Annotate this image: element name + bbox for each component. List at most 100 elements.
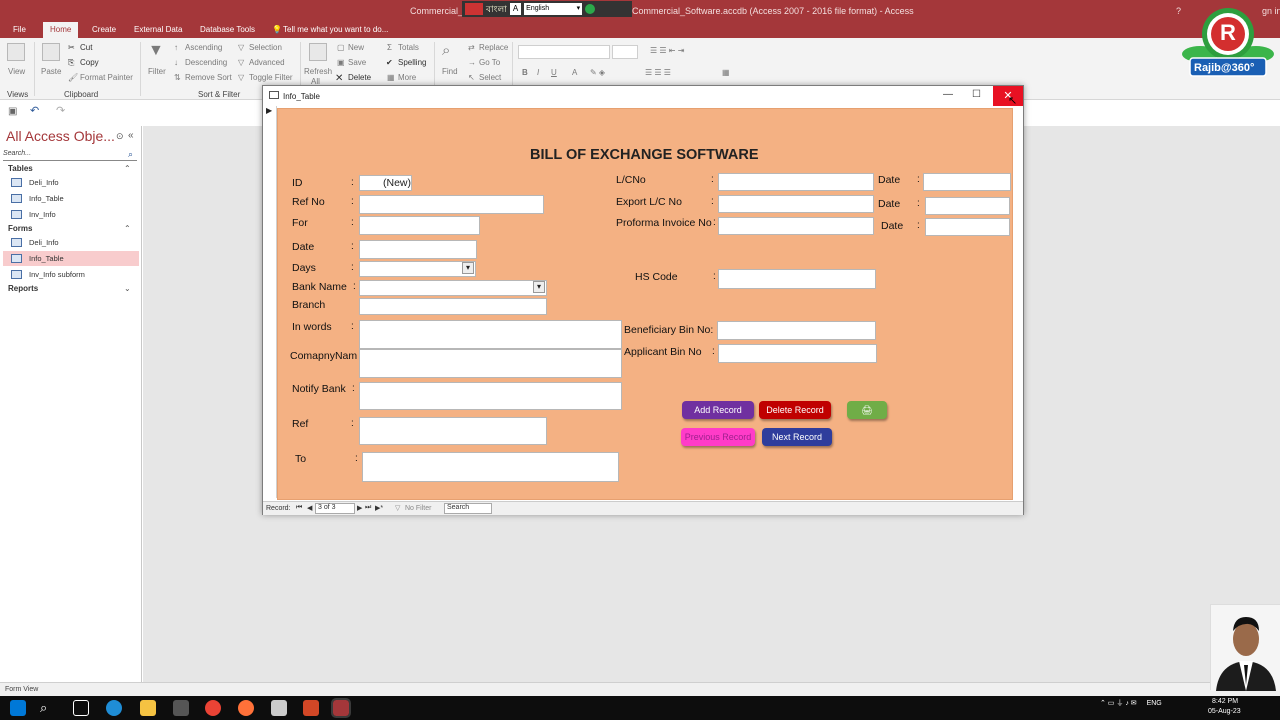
chevron-up-icon[interactable]: ⌃ (124, 224, 131, 233)
paste-button[interactable]: Paste (41, 67, 61, 76)
bold-button[interactable]: B (522, 68, 528, 77)
tray-chevron-icon[interactable]: ⌃ ▭ ⏚ ♪ ✉ (1100, 700, 1139, 707)
font-name-box[interactable] (518, 45, 610, 59)
no-filter-icon[interactable]: ▽ (395, 504, 400, 512)
powerpoint-icon[interactable] (303, 700, 319, 716)
language-select[interactable]: English (524, 3, 583, 15)
tab-database-tools[interactable]: Database Tools (200, 25, 255, 34)
minimize-button[interactable]: — (943, 89, 953, 100)
search-icon[interactable]: ⌕ (128, 149, 133, 160)
toggle-filter-button[interactable]: Toggle Filter (249, 73, 293, 82)
in-words-input[interactable] (359, 320, 622, 349)
goto-button[interactable]: Go To (479, 58, 500, 67)
more-button[interactable]: More (398, 73, 416, 82)
goto-icon[interactable]: → (468, 58, 476, 67)
nav-item-inv-info-subform[interactable]: Inv_Info subform (3, 267, 139, 282)
chrome-icon[interactable] (205, 700, 221, 716)
language-indicator[interactable]: ENG (1147, 700, 1162, 707)
redo-icon[interactable]: ↷ (56, 104, 65, 117)
gridlines-icon[interactable]: ▦ (722, 68, 730, 77)
font-a-icon[interactable]: A (509, 3, 522, 15)
nav-section-reports[interactable]: Reports (8, 284, 38, 293)
ascending-icon[interactable]: ↑ (174, 43, 178, 52)
remove-sort-icon[interactable]: ⇅ (174, 73, 181, 82)
new-record-icon[interactable]: ▢ (337, 43, 345, 52)
delete-record-button[interactable]: Delete Record (759, 401, 831, 419)
days-combobox[interactable] (359, 261, 476, 277)
view-button[interactable]: View (8, 67, 25, 76)
date-input[interactable] (359, 240, 477, 259)
paste-icon[interactable] (42, 43, 60, 61)
italic-button[interactable]: I (537, 68, 539, 77)
ascending-button[interactable]: Ascending (185, 43, 222, 52)
id-field[interactable]: (New) (359, 175, 412, 191)
tab-external-data[interactable]: External Data (134, 25, 182, 34)
store-icon[interactable] (173, 700, 189, 716)
access-icon[interactable] (331, 698, 351, 718)
remove-sort-button[interactable]: Remove Sort (185, 73, 232, 82)
nav-section-forms[interactable]: Forms (8, 224, 32, 233)
add-record-button[interactable]: Add Record (682, 401, 754, 419)
underline-button[interactable]: U (551, 68, 557, 77)
tab-file[interactable]: File (13, 25, 26, 34)
advanced-icon[interactable]: ▽ (238, 58, 244, 67)
no-filter-label[interactable]: No Filter (405, 505, 431, 512)
highlight-icon[interactable]: ✎ ◈ (590, 68, 605, 77)
last-record-icon[interactable]: ⏭ (365, 504, 371, 512)
totals-icon[interactable]: Σ (387, 43, 392, 52)
clock-date[interactable]: 05-Aug-23 (1208, 708, 1241, 715)
export-date-input[interactable] (925, 197, 1010, 215)
notify-bank-input[interactable] (359, 382, 622, 410)
delete-button[interactable]: Delete (348, 73, 371, 82)
copy-button[interactable]: Copy (80, 58, 99, 67)
collapse-pane-icon[interactable]: « (128, 130, 134, 141)
select-icon[interactable]: ↖ (468, 73, 475, 82)
toggle-filter-icon[interactable]: ▽ (238, 73, 244, 82)
lc-no-input[interactable] (718, 173, 874, 191)
company-name-input[interactable] (359, 349, 622, 378)
totals-button[interactable]: Totals (398, 43, 419, 52)
save-icon[interactable]: ▣ (8, 106, 17, 117)
ref-input[interactable] (359, 417, 547, 445)
bullets-icon[interactable]: ☰ ☰ ⇤ ⇥ (650, 46, 684, 55)
next-record-button[interactable]: Next Record (762, 428, 832, 446)
view-icon[interactable] (7, 43, 25, 61)
branch-input[interactable] (359, 298, 547, 315)
nav-search-input[interactable]: Search... (3, 150, 137, 161)
firefox-icon[interactable] (238, 700, 254, 716)
chevron-up-icon[interactable]: ⌃ (124, 164, 131, 173)
bangla-language-label[interactable]: বাংলা (486, 2, 507, 17)
save-icon[interactable]: ▣ (337, 58, 345, 67)
previous-record-icon[interactable]: ◀ (307, 504, 312, 512)
new-button[interactable]: New (348, 43, 364, 52)
cut-button[interactable]: Cut (80, 43, 92, 52)
copy-icon[interactable]: ⎘ (68, 58, 74, 68)
descending-button[interactable]: Descending (185, 58, 227, 67)
replace-icon[interactable]: ⇄ (468, 43, 475, 52)
bangla-keyboard-icon[interactable] (465, 3, 483, 15)
clock-time[interactable]: 8:42 PM (1212, 698, 1238, 705)
tab-home[interactable]: Home (43, 22, 79, 38)
descending-icon[interactable]: ↓ (174, 58, 178, 67)
spelling-button[interactable]: Spelling (398, 58, 426, 67)
first-record-icon[interactable]: ⏮ (296, 504, 302, 512)
nav-item-info-table-form[interactable]: Info_Table (3, 251, 139, 266)
replace-button[interactable]: Replace (479, 43, 508, 52)
nav-item-inv-info-table[interactable]: Inv_Info (3, 207, 139, 222)
chevron-down-icon[interactable]: ⌄ (124, 284, 131, 293)
nav-item-info-table-table[interactable]: Info_Table (3, 191, 139, 206)
cut-icon[interactable]: ✂ (68, 43, 75, 52)
start-button-icon[interactable] (10, 700, 26, 716)
undo-icon[interactable]: ↶ (30, 104, 39, 117)
lc-date-input[interactable] (923, 173, 1011, 191)
filter-button[interactable]: Filter (148, 67, 166, 76)
proforma-input[interactable] (718, 217, 874, 235)
for-input[interactable] (359, 216, 480, 235)
select-button[interactable]: Select (479, 73, 501, 82)
record-search-input[interactable]: Search (444, 503, 492, 514)
format-painter-icon[interactable]: 🖌 (68, 73, 78, 82)
delete-icon[interactable]: ✕ (335, 73, 343, 84)
record-selector[interactable]: ▶ (263, 106, 277, 498)
save-button[interactable]: Save (348, 58, 366, 67)
refresh-button[interactable]: Refresh (304, 67, 332, 76)
